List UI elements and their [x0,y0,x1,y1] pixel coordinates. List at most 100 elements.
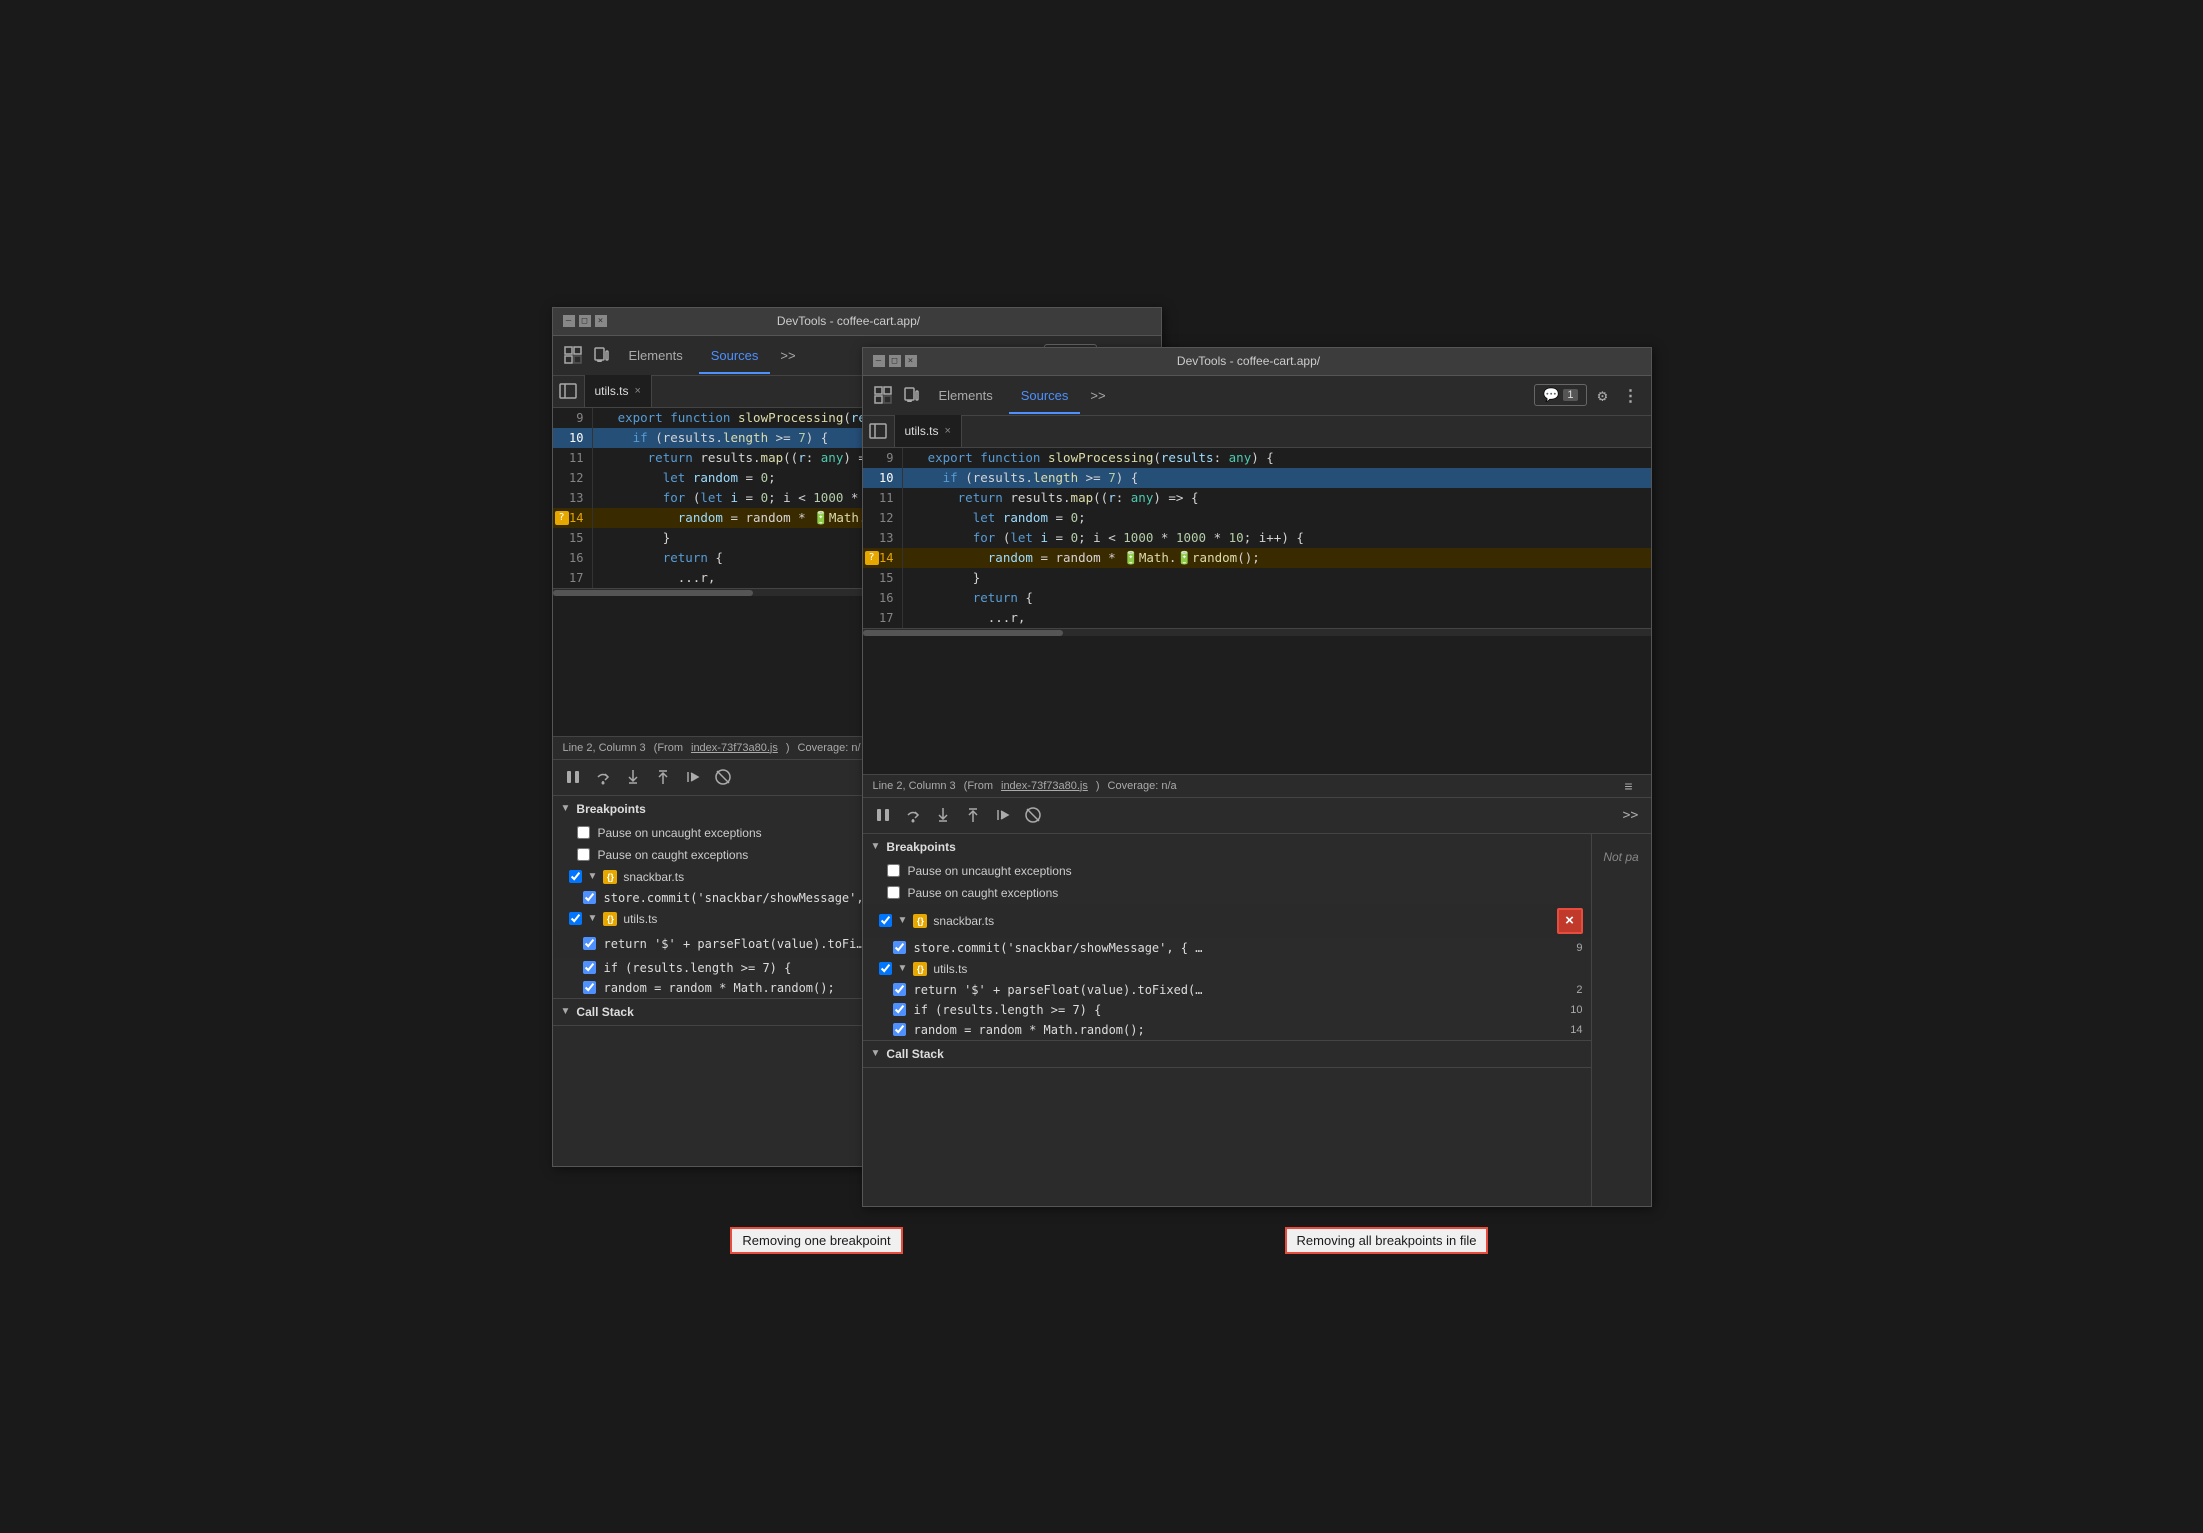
right-breakpoints-panel: ▼ Breakpoints Pause on uncaught exceptio… [863,834,1591,1206]
device-icon[interactable] [589,343,613,367]
source-link-right[interactable]: index-73f73a80.js [1001,780,1088,792]
tab-more[interactable]: >> [774,338,801,374]
minimize-btn[interactable]: — [563,315,575,327]
utils-bp3-checkbox-right[interactable] [893,1023,906,1036]
right-line-num-9: 9 [863,448,903,468]
right-line-num-16: 16 [863,588,903,608]
ts-icon: {} [603,870,617,884]
step-out-btn-right[interactable] [961,803,985,827]
close-btn-right[interactable]: × [905,355,917,367]
utils-filename-right: utils.ts [933,962,967,976]
pause-btn[interactable] [561,765,585,789]
tab-sources[interactable]: Sources [699,338,771,374]
call-stack-header-right[interactable]: ▼ Call Stack [863,1041,1591,1067]
not-paused-text: Not pa [1595,842,1646,872]
right-debug-toolbar: >> [863,798,1651,834]
utils-bp2-right[interactable]: if (results.length >= 7) { 10 [863,1000,1591,1020]
inspect-icon-right[interactable] [871,383,895,407]
remove-all-bp-btn[interactable]: × [1557,908,1583,934]
call-stack-title-left: Call Stack [576,1005,633,1019]
continue-btn-right[interactable] [991,803,1015,827]
utils-bp2-checkbox-right[interactable] [893,1003,906,1016]
file-tab-utils[interactable]: utils.ts × [585,375,652,407]
utils-group-header-right[interactable]: ▼ {} utils.ts [863,958,1591,980]
breakpoints-header-right[interactable]: ▼ Breakpoints [863,834,1591,860]
right-title-bar: — □ × DevTools - coffee-cart.app/ [863,348,1651,376]
utils-bp2-checkbox-left[interactable] [583,961,596,974]
step-into-btn-right[interactable] [931,803,955,827]
pause-btn-right[interactable] [871,803,895,827]
snackbar-bp-checkbox-left[interactable] [583,891,596,904]
continue-btn[interactable] [681,765,705,789]
utils-filename-left: utils.ts [623,912,657,926]
sidebar-toggle-left[interactable] [553,375,585,407]
pause-uncaught-right[interactable]: Pause on uncaught exceptions [863,860,1591,882]
step-out-btn[interactable] [651,765,675,789]
utils-bp1-right[interactable]: return '$' + parseFloat(value).toFixed(…… [863,980,1591,1000]
ts-icon-utils-right: {} [913,962,927,976]
snackbar-group-checkbox-right[interactable] [879,914,892,927]
pause-uncaught-checkbox-left[interactable] [577,826,590,839]
maximize-btn-right[interactable]: □ [889,355,901,367]
inspect-icon[interactable] [561,343,585,367]
step-over-btn-right[interactable] [901,803,925,827]
tab-elements[interactable]: Elements [617,338,695,374]
device-icon-right[interactable] [899,383,923,407]
maximize-btn[interactable]: □ [579,315,591,327]
utils-bp2-line-right: 10 [1570,1004,1582,1016]
right-code-content-10: if (results.length >= 7) { [903,468,1651,488]
snackbar-bp-right[interactable]: store.commit('snackbar/showMessage', { …… [863,938,1591,958]
utils-bp1-checkbox-left[interactable] [583,937,596,950]
line-num-11: 11 [553,448,593,468]
close-btn-left[interactable]: × [595,315,607,327]
chevron-down-icon-cs-right: ▼ [871,1048,881,1059]
chevron-down-icon-2: ▼ [561,1006,571,1017]
toggle-drawer-icon[interactable]: ≡ [1617,774,1641,798]
pause-uncaught-label-left: Pause on uncaught exceptions [598,826,762,840]
utils-group-checkbox-left[interactable] [569,912,582,925]
coverage-value-right: Coverage: n/a [1108,780,1177,792]
deactivate-btn[interactable] [711,765,735,789]
more-icon-right[interactable]: ⋮ [1619,383,1643,407]
minimize-btn-right[interactable]: — [873,355,885,367]
pause-caught-label-left: Pause on caught exceptions [598,848,749,862]
position-text-right: Line 2, Column 3 [873,780,956,792]
file-tab-utils-right[interactable]: utils.ts × [895,415,962,447]
snackbar-bp-checkbox-right[interactable] [893,941,906,954]
pause-caught-checkbox-left[interactable] [577,848,590,861]
step-into-btn[interactable] [621,765,645,789]
snackbar-group-checkbox-left[interactable] [569,870,582,883]
right-code-line-17: 17 ...r, [863,608,1651,628]
close-file-tab-right[interactable]: × [945,425,951,437]
pause-uncaught-checkbox-right[interactable] [887,864,900,877]
deactivate-btn-right[interactable] [1021,803,1045,827]
settings-icon-right[interactable]: ⚙ [1591,383,1615,407]
source-link[interactable]: index-73f73a80.js [691,742,778,754]
console-badge-right[interactable]: 💬 1 [1534,384,1586,406]
coverage-text-right: ) [1096,780,1100,792]
line-num-13: 13 [553,488,593,508]
annotation-left: Removing one breakpoint [730,1227,902,1254]
tab-sources-right[interactable]: Sources [1009,378,1081,414]
tab-more-right[interactable]: >> [1084,378,1111,414]
breakpoints-title-right: Breakpoints [886,840,955,854]
more-panels-btn[interactable]: >> [1619,803,1643,827]
line-num-16: 16 [553,548,593,568]
utils-bp1-checkbox-right[interactable] [893,983,906,996]
line-num-12: 12 [553,468,593,488]
ts-icon-right: {} [913,914,927,928]
step-over-btn[interactable] [591,765,615,789]
utils-bp3-checkbox-left[interactable] [583,981,596,994]
tab-elements-right[interactable]: Elements [927,378,1005,414]
pause-caught-checkbox-right[interactable] [887,886,900,899]
utils-group-checkbox-right[interactable] [879,962,892,975]
snackbar-group-header-right[interactable]: ▼ {} snackbar.ts × [863,904,1591,938]
utils-bp3-right[interactable]: random = random * Math.random(); 14 [863,1020,1591,1040]
file-tab-name-right: utils.ts [905,424,939,438]
close-file-tab-left[interactable]: × [635,385,641,397]
right-code-content-17: ...r, [903,608,1651,628]
pause-caught-right[interactable]: Pause on caught exceptions [863,882,1591,904]
snackbar-bp-line-right: 9 [1576,942,1582,954]
utils-bp3-code-right: random = random * Math.random(); [914,1023,1563,1037]
sidebar-toggle-right[interactable] [863,415,895,447]
